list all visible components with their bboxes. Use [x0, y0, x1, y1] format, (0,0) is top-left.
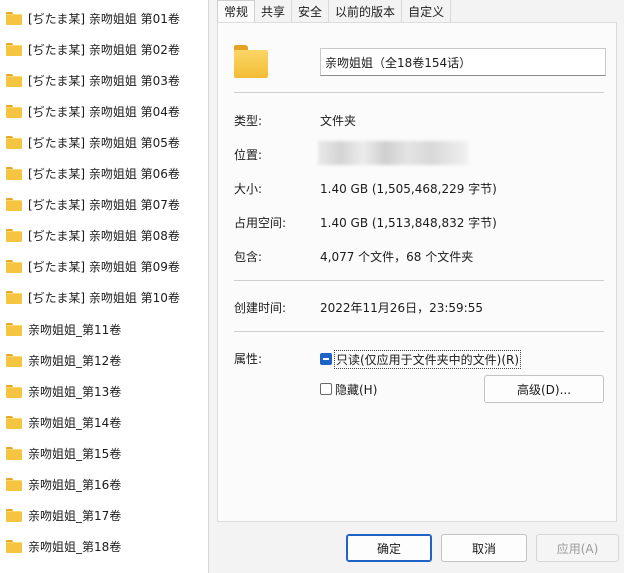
- list-item[interactable]: 亲吻姐姐_第13卷: [6, 380, 206, 402]
- readonly-checkbox[interactable]: [320, 353, 332, 365]
- folder-icon: [6, 42, 22, 56]
- folder-icon: [6, 446, 22, 460]
- folder-icon: [6, 322, 22, 336]
- list-item-label: [ぢたま某] 亲吻姐姐 第04卷: [28, 104, 180, 119]
- list-item-label: [ぢたま某] 亲吻姐姐 第03卷: [28, 73, 180, 88]
- tab-previous-versions[interactable]: 以前的版本: [329, 0, 403, 22]
- folder-icon: [6, 384, 22, 398]
- tab-sharing[interactable]: 共享: [255, 0, 293, 22]
- folder-icon: [6, 135, 22, 149]
- created-value: 2022年11月26日，23:59:55: [320, 301, 483, 315]
- list-item[interactable]: [ぢたま某] 亲吻姐姐 第05卷: [6, 131, 206, 153]
- created-label: 创建时间:: [234, 301, 287, 315]
- hidden-checkbox[interactable]: [320, 383, 332, 395]
- list-item[interactable]: [ぢたま某] 亲吻姐姐 第06卷: [6, 163, 206, 185]
- type-label: 类型:: [234, 114, 263, 128]
- readonly-checkbox-label[interactable]: 只读(仅应用于文件夹中的文件)(R): [333, 350, 522, 369]
- list-item[interactable]: [ぢたま某] 亲吻姐姐 第04卷: [6, 100, 206, 122]
- tab-customize[interactable]: 自定义: [402, 0, 452, 22]
- list-item[interactable]: 亲吻姐姐_第16卷: [6, 474, 206, 496]
- list-item[interactable]: [ぢたま某] 亲吻姐姐 第07卷: [6, 194, 206, 216]
- list-item-label: 亲吻姐姐_第18卷: [28, 540, 122, 555]
- folder-icon: [6, 167, 22, 180]
- size-on-disk-value: 1.40 GB (1,513,848,832 字节): [320, 216, 497, 230]
- type-value: 文件夹: [320, 114, 357, 128]
- folder-name-input[interactable]: [320, 48, 606, 76]
- advanced-button[interactable]: 高级(D)...: [484, 375, 604, 403]
- divider: [234, 92, 604, 93]
- list-item-label: 亲吻姐姐_第13卷: [28, 384, 122, 399]
- contains-value: 4,077 个文件，68 个文件夹: [320, 250, 474, 264]
- list-item[interactable]: [ぢたま某] 亲吻姐姐 第09卷: [6, 256, 206, 278]
- attributes-label: 属性:: [234, 352, 263, 366]
- general-panel: 类型: 文件夹 位置: 大小: 1.40 GB (1,505,468,229 字…: [217, 22, 617, 522]
- tab-general[interactable]: 常规: [217, 0, 256, 22]
- list-item-label: [ぢたま某] 亲吻姐姐 第05卷: [28, 135, 180, 150]
- list-item[interactable]: [ぢたま某] 亲吻姐姐 第01卷: [6, 7, 206, 29]
- folder-icon: [6, 509, 22, 523]
- folder-icon: [6, 229, 22, 243]
- properties-dialog: 常规 共享 安全 以前的版本 自定义 类型: 文件夹 位置: 大小: 1.40 …: [208, 0, 624, 573]
- divider: [234, 331, 604, 332]
- folder-icon: [6, 291, 22, 305]
- apply-button[interactable]: 应用(A): [536, 534, 619, 562]
- folder-icon: [6, 353, 22, 367]
- list-item[interactable]: 亲吻姐姐_第18卷: [6, 536, 206, 558]
- folder-icon: [6, 478, 22, 491]
- folder-icon: [6, 104, 22, 118]
- list-item[interactable]: [ぢたま某] 亲吻姐姐 第08卷: [6, 225, 206, 247]
- contains-label: 包含:: [234, 250, 263, 264]
- folder-icon: [6, 540, 22, 554]
- list-item-label: [ぢたま某] 亲吻姐姐 第06卷: [28, 167, 180, 181]
- list-item-label: 亲吻姐姐_第11卷: [28, 322, 122, 337]
- folder-icon: [234, 45, 268, 79]
- size-value: 1.40 GB (1,505,468,229 字节): [320, 182, 497, 196]
- list-item[interactable]: 亲吻姐姐_第14卷: [6, 411, 206, 433]
- list-item-label: 亲吻姐姐_第15卷: [28, 446, 122, 461]
- list-item-label: 亲吻姐姐_第17卷: [28, 509, 122, 524]
- divider: [234, 280, 604, 281]
- list-item-label: [ぢたま某] 亲吻姐姐 第09卷: [28, 260, 180, 275]
- list-item-label: 亲吻姐姐_第12卷: [28, 353, 122, 368]
- folder-icon: [6, 260, 22, 274]
- list-item-label: [ぢたま某] 亲吻姐姐 第02卷: [28, 42, 180, 57]
- folder-icon: [6, 415, 22, 429]
- cancel-button[interactable]: 取消: [441, 534, 527, 562]
- list-item-label: [ぢたま某] 亲吻姐姐 第07卷: [28, 198, 180, 213]
- file-list: [ぢたま某] 亲吻姐姐 第01卷 [ぢたま某] 亲吻姐姐 第02卷 [ぢたま某] 亲…: [0, 0, 208, 573]
- folder-icon: [6, 73, 22, 87]
- ok-button[interactable]: 确定: [346, 534, 432, 562]
- list-item-label: [ぢたま某] 亲吻姐姐 第08卷: [28, 229, 180, 244]
- size-on-disk-label: 占用空间:: [234, 216, 287, 230]
- folder-icon: [6, 11, 22, 25]
- list-item-label: [ぢたま某] 亲吻姐姐 第10卷: [28, 291, 180, 306]
- location-label: 位置:: [234, 148, 263, 162]
- size-label: 大小:: [234, 182, 263, 196]
- list-item[interactable]: [ぢたま某] 亲吻姐姐 第02卷: [6, 38, 206, 60]
- list-item[interactable]: [ぢたま某] 亲吻姐姐 第10卷: [6, 287, 206, 309]
- folder-icon: [6, 198, 22, 212]
- tab-bar: 常规 共享 安全 以前的版本 自定义: [217, 0, 452, 22]
- tab-security[interactable]: 安全: [292, 0, 330, 22]
- list-item[interactable]: 亲吻姐姐_第11卷: [6, 318, 206, 340]
- list-item[interactable]: 亲吻姐姐_第12卷: [6, 349, 206, 371]
- list-item[interactable]: [ぢたま某] 亲吻姐姐 第03卷: [6, 69, 206, 91]
- list-item-label: [ぢたま某] 亲吻姐姐 第01卷: [28, 11, 180, 26]
- location-value-redacted: [318, 141, 468, 165]
- list-item-label: 亲吻姐姐_第14卷: [28, 415, 122, 430]
- list-item[interactable]: 亲吻姐姐_第15卷: [6, 442, 206, 464]
- list-item[interactable]: 亲吻姐姐_第17卷: [6, 505, 206, 527]
- hidden-checkbox-label[interactable]: 隐藏(H): [335, 381, 377, 398]
- list-item-label: 亲吻姐姐_第16卷: [28, 478, 122, 492]
